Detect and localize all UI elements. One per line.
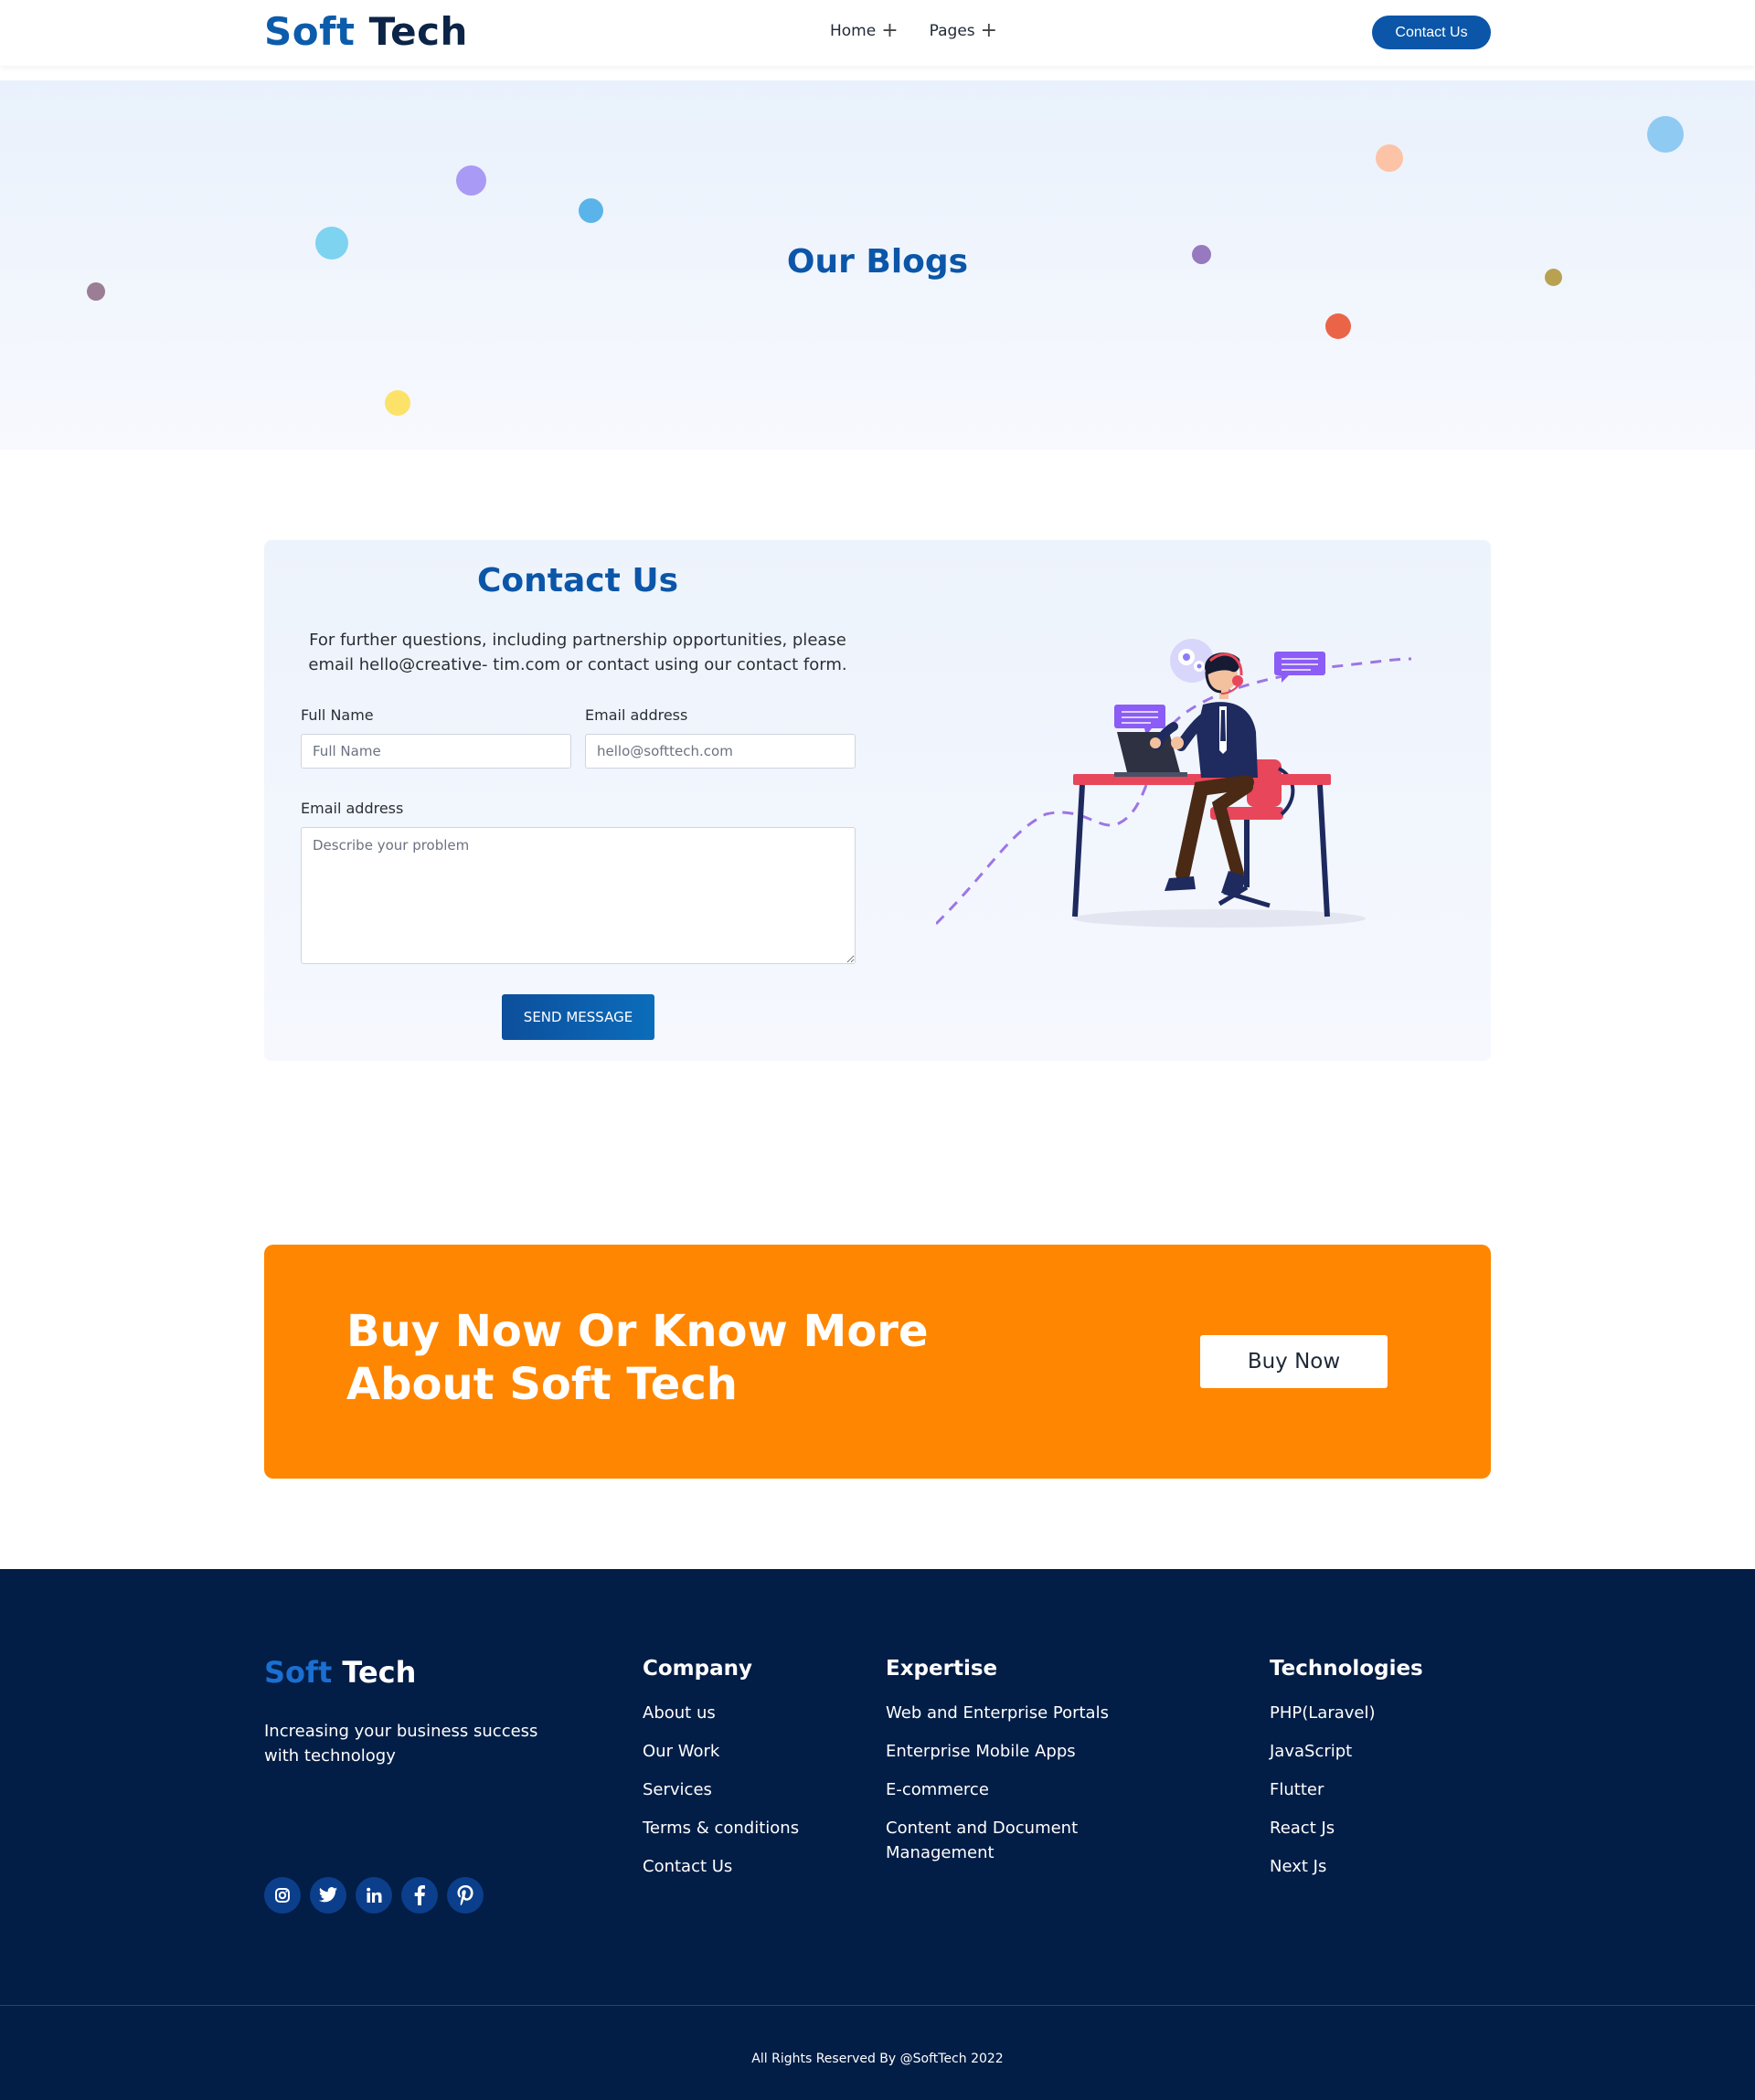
twitter-icon[interactable] (310, 1877, 346, 1914)
nav-item-home[interactable]: Home + (830, 19, 899, 42)
cta-banner: Buy Now Or Know More About Soft Tech Buy… (264, 1245, 1491, 1479)
decorative-dot (385, 390, 410, 416)
footer-expertise-heading: Expertise (886, 1657, 998, 1681)
footer-company-column: Company About us Our Work Services Terms… (643, 1657, 799, 1893)
footer-link-mobile-apps[interactable]: Enterprise Mobile Apps (886, 1739, 1123, 1764)
page-title: Our Blogs (786, 243, 969, 281)
email-label: Email address (585, 706, 688, 724)
contact-title: Contact Us (476, 562, 679, 599)
footer-link-nextjs[interactable]: Next Js (1270, 1854, 1423, 1879)
footer-expertise-column: Expertise Web and Enterprise Portals Ent… (886, 1657, 1123, 1879)
footer-link-flutter[interactable]: Flutter (1270, 1777, 1423, 1802)
hero-banner: Our Blogs (0, 80, 1755, 450)
contact-description: For further questions, including partner… (308, 631, 847, 674)
logo-tech: Tech (368, 9, 468, 54)
footer-link-about[interactable]: About us (643, 1701, 799, 1725)
buy-now-button[interactable]: Buy Now (1200, 1335, 1388, 1388)
cta-title: Buy Now Or Know More About Soft Tech (346, 1306, 929, 1410)
support-agent-illustration (936, 639, 1412, 928)
contact-section: Contact Us For further questions, includ… (264, 540, 1491, 1061)
decorative-dot (1376, 144, 1403, 172)
footer-company-heading: Company (643, 1657, 752, 1681)
message-textarea[interactable] (301, 827, 856, 964)
footer-logo[interactable]: Soft Tech (264, 1655, 416, 1690)
pinterest-icon[interactable] (447, 1877, 484, 1914)
footer-link-our-work[interactable]: Our Work (643, 1739, 799, 1764)
main-nav: Home + Pages + (830, 19, 998, 42)
decorative-dot (579, 198, 603, 223)
site-header: Soft Tech Home + Pages + Contact Us (0, 0, 1755, 66)
nav-item-label: Home (830, 22, 877, 40)
footer-logo-tech: Tech (342, 1655, 417, 1690)
footer-link-ecommerce[interactable]: E-commerce (886, 1777, 1123, 1802)
full-name-label: Full Name (301, 706, 374, 724)
social-links (264, 1877, 484, 1914)
footer-link-contact[interactable]: Contact Us (643, 1854, 799, 1879)
nav-item-label: Pages (929, 22, 975, 40)
site-footer: Soft Tech Increasing your business succe… (0, 1569, 1755, 2100)
copyright-text: All Rights Reserved By @SoftTech 2022 (751, 2052, 1004, 2066)
decorative-dot (1647, 116, 1684, 153)
instagram-icon[interactable] (264, 1877, 301, 1914)
plus-icon: + (881, 19, 899, 42)
footer-divider (0, 2005, 1755, 2006)
footer-link-web-portals[interactable]: Web and Enterprise Portals (886, 1701, 1123, 1725)
email-input[interactable] (585, 734, 856, 769)
plus-icon: + (980, 19, 998, 42)
facebook-icon[interactable] (401, 1877, 438, 1914)
footer-link-services[interactable]: Services (643, 1777, 799, 1802)
footer-logo-soft: Soft (264, 1655, 333, 1690)
send-message-button[interactable]: SEND MESSAGE (502, 994, 654, 1040)
footer-tagline: Increasing your business success with te… (264, 1722, 538, 1766)
decorative-dot (1325, 313, 1351, 339)
footer-technologies-column: Technologies PHP(Laravel) JavaScript Flu… (1270, 1657, 1423, 1893)
decorative-dot (87, 282, 105, 301)
site-logo[interactable]: Soft Tech (264, 9, 468, 54)
footer-link-javascript[interactable]: JavaScript (1270, 1739, 1423, 1764)
footer-link-content-management[interactable]: Content and Document Management (886, 1816, 1123, 1865)
footer-link-php[interactable]: PHP(Laravel) (1270, 1701, 1423, 1725)
footer-link-react[interactable]: React Js (1270, 1816, 1423, 1840)
decorative-dot (456, 165, 486, 196)
nav-item-pages[interactable]: Pages + (929, 19, 998, 42)
linkedin-icon[interactable] (356, 1877, 392, 1914)
footer-link-terms[interactable]: Terms & conditions (643, 1816, 799, 1840)
message-label: Email address (301, 800, 404, 817)
footer-technologies-heading: Technologies (1270, 1657, 1423, 1681)
contact-us-button[interactable]: Contact Us (1372, 16, 1491, 49)
full-name-input[interactable] (301, 734, 571, 769)
logo-soft: Soft (264, 9, 356, 54)
